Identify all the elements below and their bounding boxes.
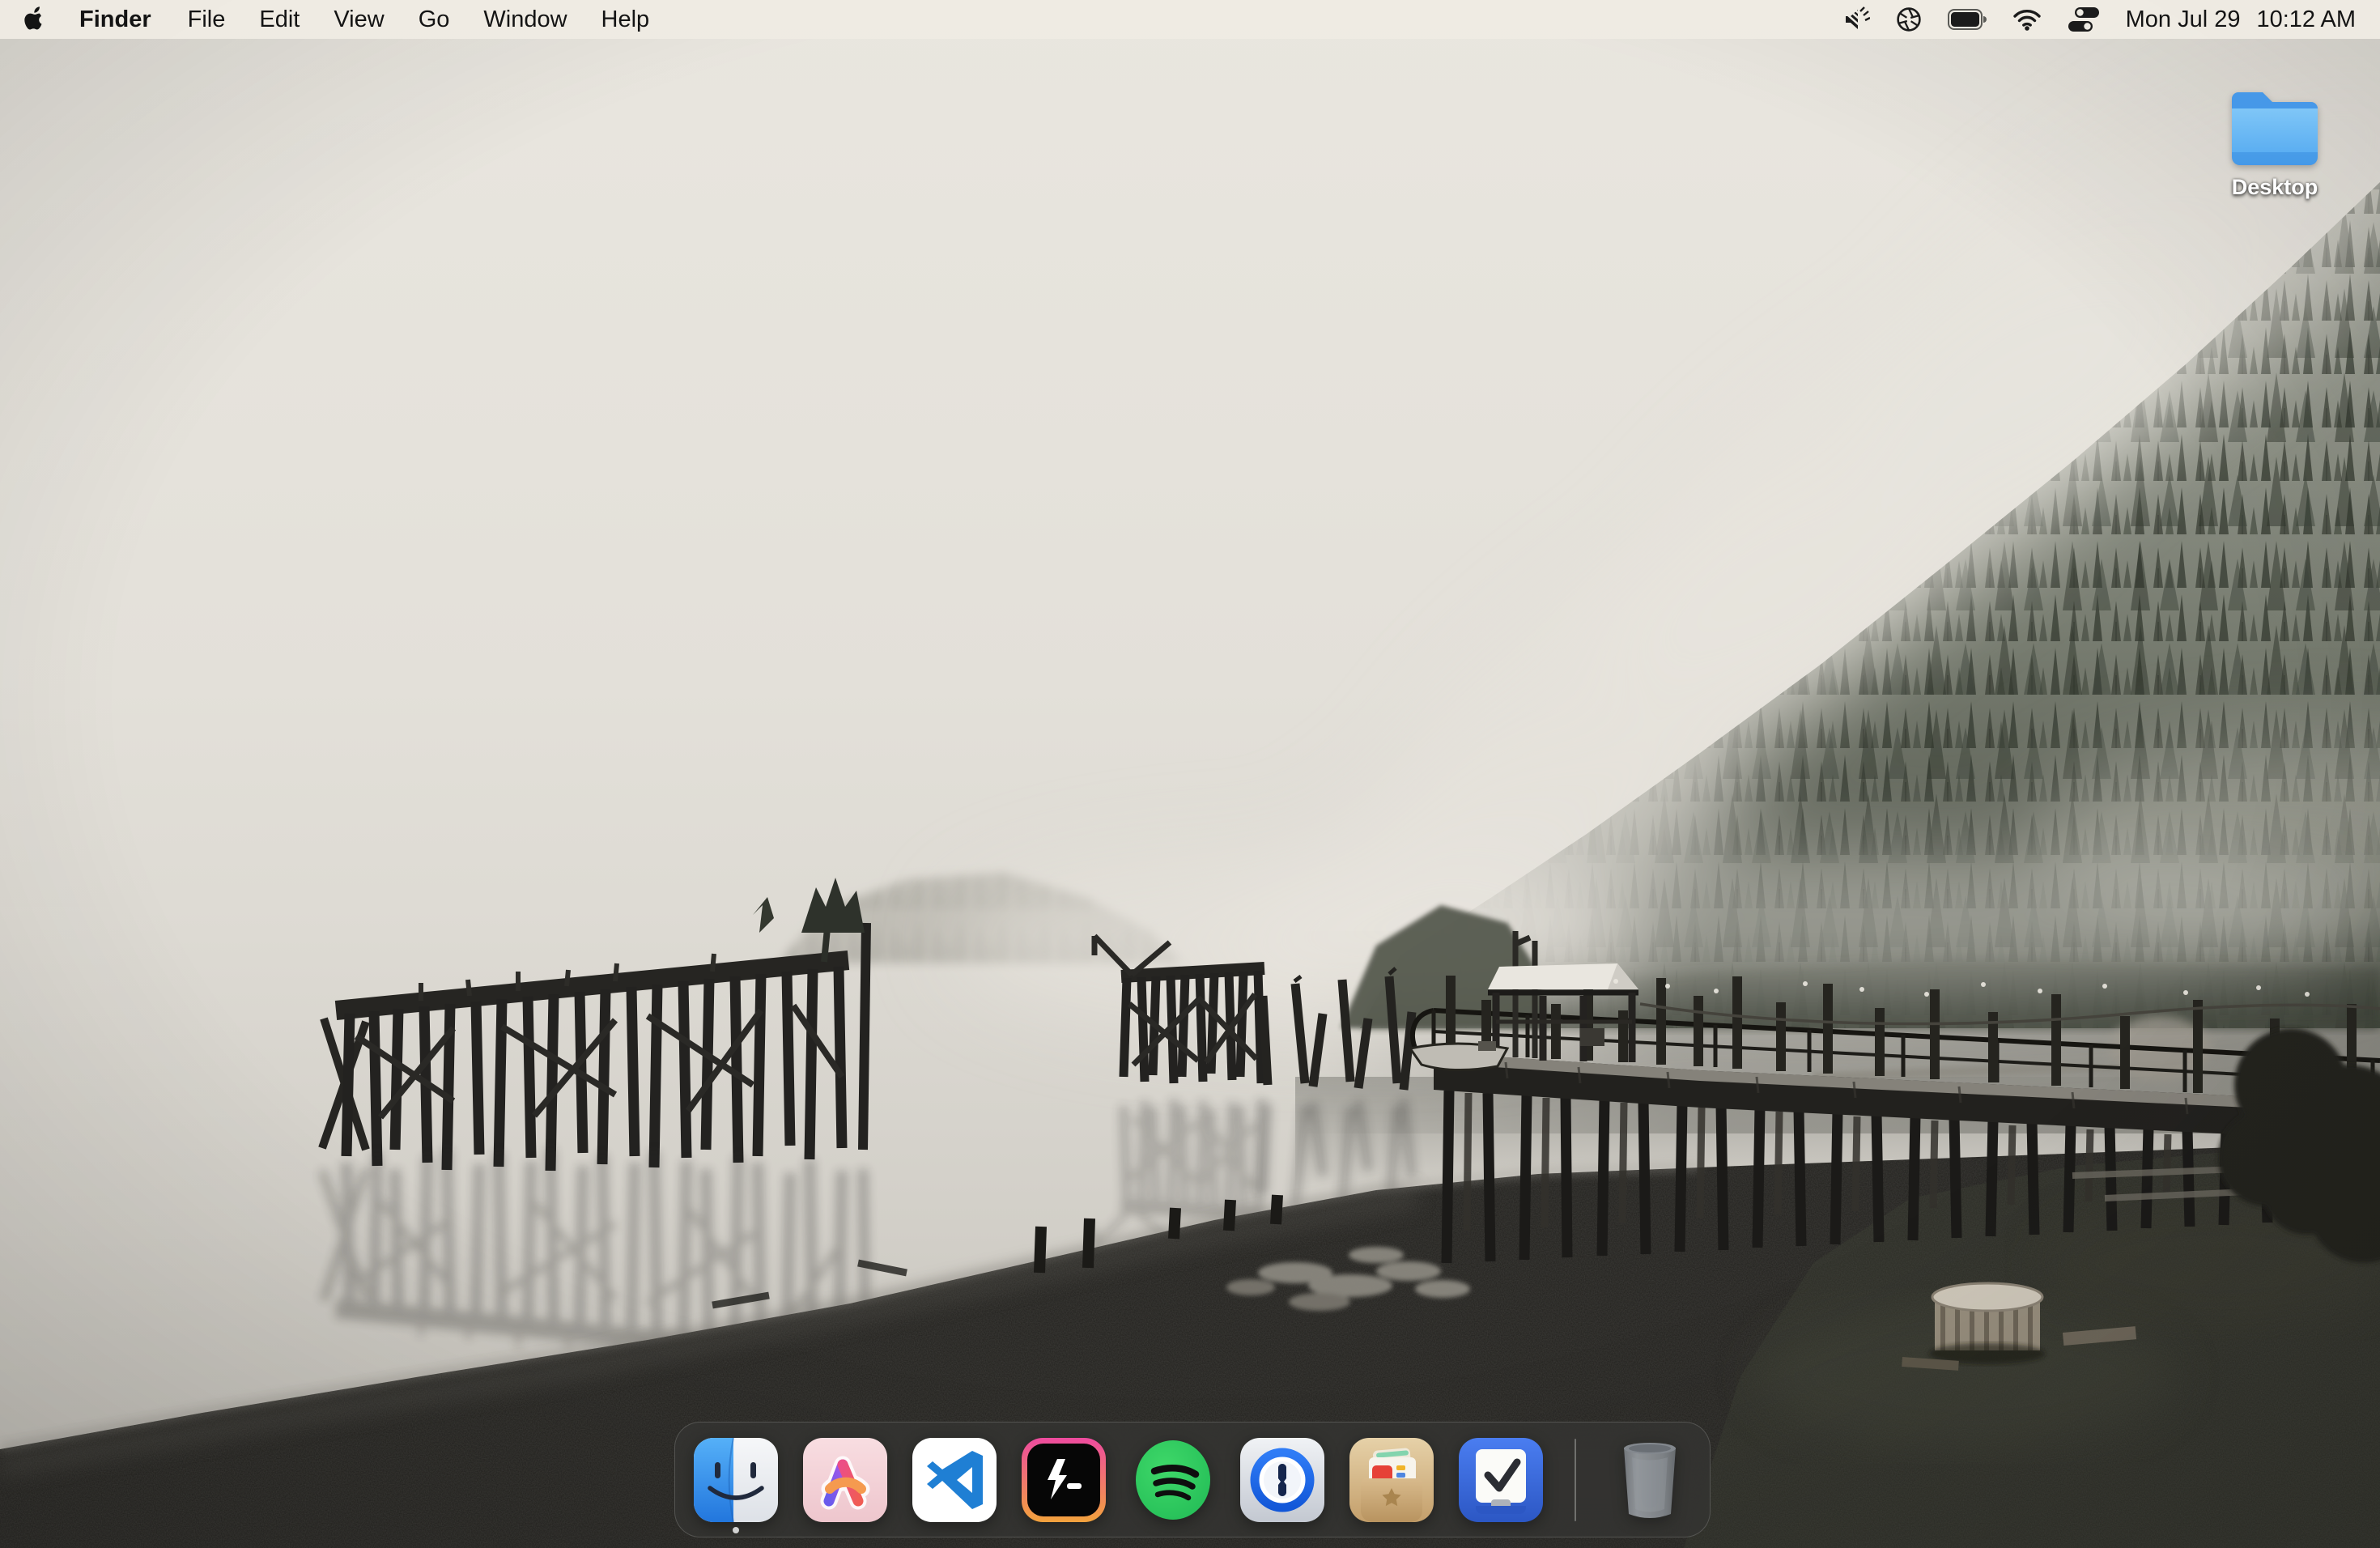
wallpaper-image — [0, 0, 2380, 1548]
dock-item-vscode[interactable] — [912, 1438, 997, 1522]
menu-bar: Finder File Edit View Go Window Help — [0, 0, 2380, 39]
dock — [674, 1422, 1711, 1537]
dock-item-reeder[interactable] — [1349, 1438, 1434, 1522]
menu-item-go[interactable]: Go — [402, 6, 467, 33]
dock-item-finder[interactable] — [694, 1438, 778, 1522]
menu-item-window[interactable]: Window — [466, 6, 584, 33]
apple-menu[interactable] — [24, 6, 49, 33]
desktop-folder-icon[interactable]: Desktop — [2216, 81, 2333, 200]
1password-icon — [1240, 1438, 1324, 1522]
things-icon — [1459, 1438, 1543, 1522]
reeder-icon — [1349, 1438, 1434, 1522]
dock-item-things[interactable] — [1459, 1438, 1543, 1522]
menu-item-help[interactable]: Help — [584, 6, 667, 33]
dock-item-arc-browser[interactable] — [803, 1438, 887, 1522]
apple-logo-icon — [24, 6, 45, 32]
finder-icon — [694, 1438, 778, 1522]
menu-bar-status: Mon Jul 29 10:12 AM — [1842, 6, 2356, 33]
spotify-icon — [1131, 1438, 1215, 1522]
vscode-icon — [912, 1438, 997, 1522]
volume-muted-icon[interactable] — [1842, 6, 1870, 32]
terminal-icon — [1022, 1438, 1106, 1522]
dock-item-1password[interactable] — [1240, 1438, 1324, 1522]
dock-item-terminal[interactable] — [1022, 1438, 1106, 1522]
clock-date: Mon Jul 29 — [2126, 6, 2241, 33]
battery-icon[interactable] — [1948, 9, 1987, 30]
menu-bar-clock[interactable]: Mon Jul 29 10:12 AM — [2126, 6, 2356, 33]
running-indicator-dot — [733, 1527, 739, 1533]
folder-icon — [2225, 81, 2324, 168]
dock-separator — [1575, 1439, 1576, 1521]
control-center-icon[interactable] — [2068, 6, 2100, 32]
menu-item-file[interactable]: File — [171, 6, 243, 33]
arc-browser-icon — [803, 1438, 887, 1522]
menu-item-view[interactable]: View — [317, 6, 401, 33]
menu-item-app[interactable]: Finder — [60, 6, 171, 33]
desktop-folder-label: Desktop — [2232, 175, 2318, 200]
menu-item-edit[interactable]: Edit — [242, 6, 317, 33]
aperture-icon[interactable] — [1896, 6, 1922, 32]
menu-bar-left: Finder File Edit View Go Window Help — [24, 6, 666, 33]
dock-item-trash[interactable] — [1608, 1438, 1692, 1522]
wifi-icon[interactable] — [2012, 8, 2042, 31]
trash-icon — [1608, 1438, 1692, 1522]
clock-time: 10:12 AM — [2256, 6, 2356, 33]
dock-item-spotify[interactable] — [1131, 1438, 1215, 1522]
